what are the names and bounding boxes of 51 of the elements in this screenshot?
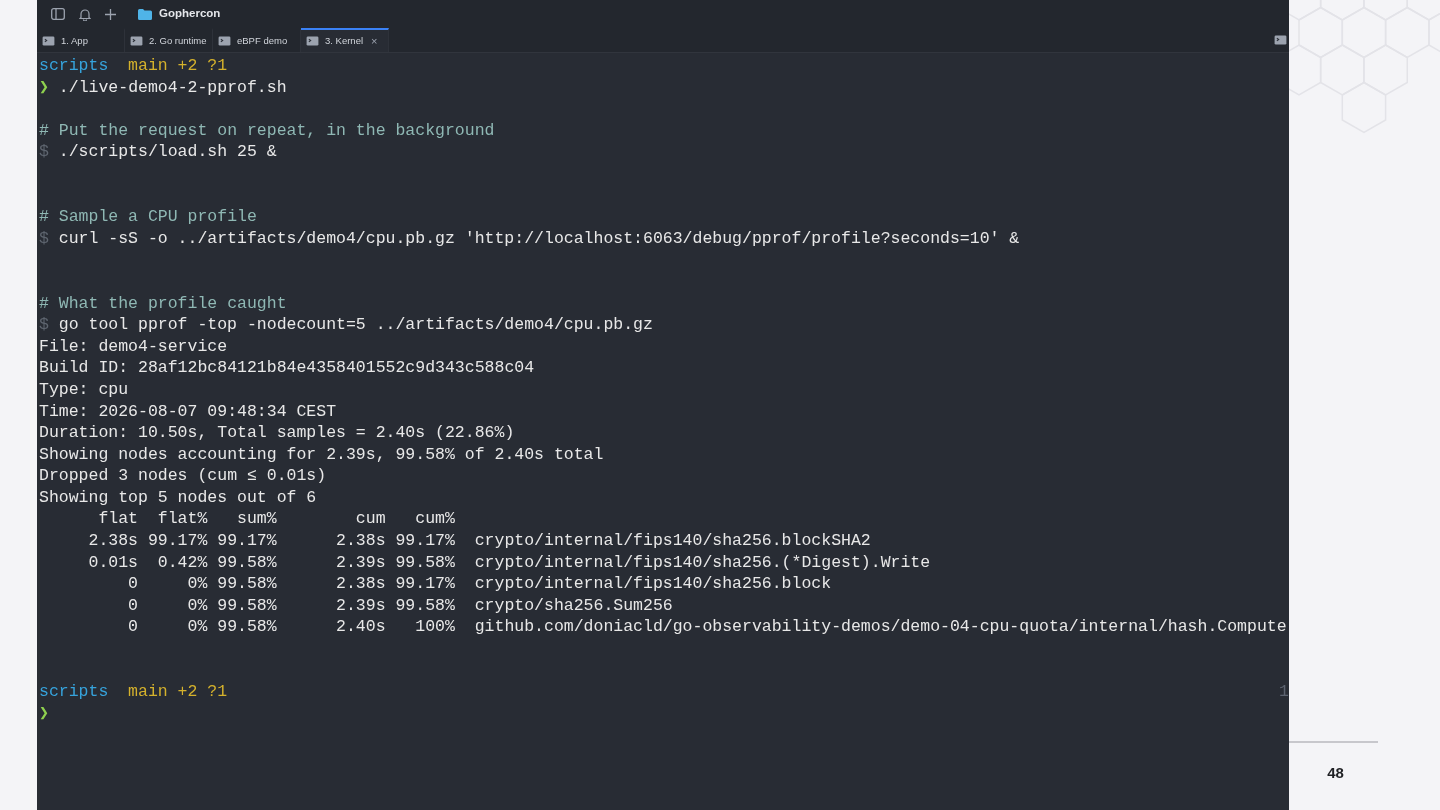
tab-label: 1. App <box>61 33 88 48</box>
prompt-symbol: ❯ <box>39 702 49 725</box>
command-text: curl -sS -o ../artifacts/demo4/cpu.pb.gz 'http://localhost:6063/debug/pprof/profile?seconds=10' & <box>58 227 1020 250</box>
terminal-icon <box>218 36 231 46</box>
plus-icon[interactable] <box>105 8 116 20</box>
prompt-directory: scripts <box>39 681 109 703</box>
terminal-tab[interactable]: 1. App <box>37 28 125 52</box>
tab-label: eBPF demo <box>237 33 288 48</box>
output-text: Dropped 3 nodes (cum ≤ 0.01s) <box>39 465 327 487</box>
output-text: 0 0% 99.58% 2.40s 100% github.com/doniacld/go-observability-demos/demo-04-cpu-quota/internal/hash.Compute <box>127 616 1287 639</box>
bell-icon[interactable] <box>79 7 91 21</box>
output-text: 2.38s 99.17% 99.17% 2.38s 99.17% crypto/internal/fips140/sha256.blockSHA2 <box>87 530 871 552</box>
folder-icon <box>138 8 152 20</box>
comment-text: # Put the request on repeat, in the background <box>39 119 495 142</box>
sidebar-icon[interactable] <box>51 8 65 20</box>
dollar-sign: $ <box>39 227 49 250</box>
page-number: 48 <box>1327 762 1344 783</box>
dollar-sign: $ <box>39 141 49 163</box>
terminal-tab[interactable]: 3. Kernel × <box>301 28 389 52</box>
terminal-icon <box>130 36 143 46</box>
command-text: go tool pprof -top -nodecount=5 ../artifacts/demo4/cpu.pb.gz <box>58 314 653 336</box>
prompt-git-status: +2 ?1 <box>177 55 228 77</box>
terminal-tab[interactable]: 2. Go runtime <box>125 28 213 52</box>
dollar-sign: $ <box>39 314 49 336</box>
tab-label: 3. Kernel <box>325 33 364 48</box>
output-text: 0 0% 99.58% 2.39s 99.58% crypto/sha256.Sum256 <box>127 594 673 617</box>
prompt-branch: main <box>128 681 168 703</box>
output-text: Type: cpu <box>39 378 129 401</box>
output-text: Showing nodes accounting for 2.39s, 99.58% of 2.40s total <box>39 443 604 466</box>
command-text: ./scripts/load.sh 25 & <box>58 141 277 163</box>
output-text: Build ID: 28af12bc84121b84e4358401552c9d343c588c04 <box>39 357 535 379</box>
output-text: Showing top 5 nodes out of 6 <box>39 486 317 509</box>
prompt-symbol: ❯ <box>39 76 49 99</box>
comment-text: # Sample a CPU profile <box>39 206 257 228</box>
terminal-icon <box>306 36 319 46</box>
output-text: 0.01s 0.42% 99.58% 2.39s 99.58% crypto/internal/fips140/sha256.(*Digest).Write <box>87 551 931 574</box>
command-text: ./live-demo4-2-pprof.sh <box>58 76 287 99</box>
tab-label: 2. Go runtime <box>149 33 207 48</box>
comment-text: # What the profile caught <box>39 292 287 315</box>
window-title: Gophercon <box>159 6 221 22</box>
output-text: File: demo4-service <box>39 335 228 358</box>
close-icon[interactable]: × <box>371 32 378 50</box>
prompt-branch: main <box>128 55 168 77</box>
prompt-directory: scripts <box>39 55 109 77</box>
output-text: flat flat% sum% cum cum% <box>97 508 455 531</box>
output-text: Duration: 10.50s, Total samples = 2.40s (22.86%) <box>39 422 515 444</box>
output-text: 0 0% 99.58% 2.38s 99.17% crypto/internal/fips140/sha256.block <box>127 573 832 595</box>
right-prompt-text: 1 <box>1279 681 1289 703</box>
output-text: Time: 2026-08-07 09:48:34 CEST <box>39 400 337 423</box>
prompt-git-status: +2 ?1 <box>177 681 228 703</box>
terminal-icon <box>42 36 55 46</box>
